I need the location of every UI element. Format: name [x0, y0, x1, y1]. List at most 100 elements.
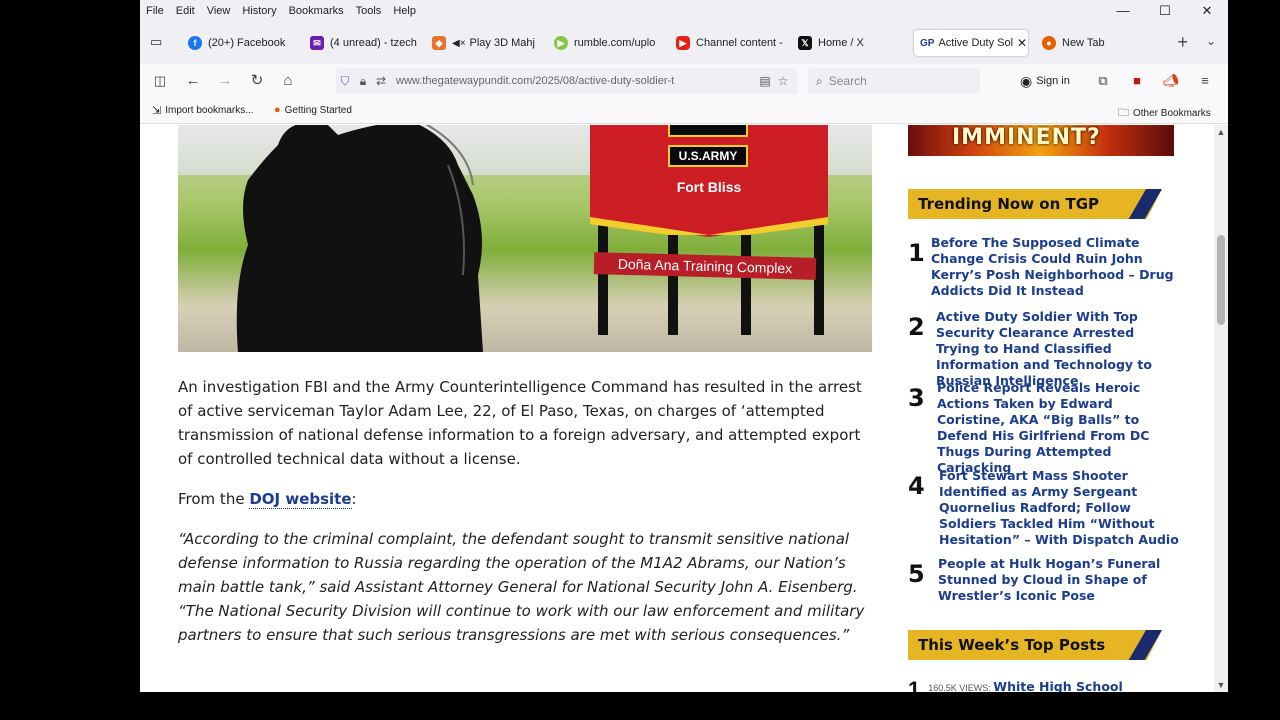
- getting-started-label: Getting Started: [284, 104, 352, 116]
- tab-active-gateway-pundit[interactable]: GP Active Duty Sol ✕: [914, 30, 1028, 56]
- article-paragraph: An investigation FBI and the Army Counte…: [178, 378, 862, 468]
- menu-file[interactable]: File: [140, 5, 170, 17]
- forward-button[interactable]: →: [215, 71, 235, 91]
- home-button[interactable]: ⌂: [278, 71, 298, 91]
- menu-history[interactable]: History: [236, 5, 282, 17]
- sign-badge-top: [668, 125, 748, 137]
- trending-number: 2: [908, 313, 925, 341]
- trending-link[interactable]: Fort Stewart Mass Shooter Identified as …: [939, 468, 1183, 548]
- trending-link[interactable]: Before The Supposed Climate Change Crisi…: [931, 235, 1175, 299]
- trending-title: Trending Now on TGP: [918, 195, 1100, 213]
- sign-post: [741, 225, 751, 335]
- tracking-protection-icon[interactable]: ⛉: [336, 74, 354, 89]
- import-icon: ⇲: [152, 105, 162, 117]
- tab-overflow-icon[interactable]: ⌄: [1206, 34, 1216, 48]
- folder-icon: 🗀︎: [1118, 107, 1129, 119]
- tab-rumble[interactable]: ▶ rumble.com/uplo: [554, 30, 660, 56]
- window-controls: — ☐ ✕: [1102, 0, 1228, 22]
- tab-new-tab[interactable]: ● New Tab: [1042, 30, 1142, 56]
- menu-hamburger-icon[interactable]: ≡: [1196, 72, 1214, 90]
- article-quote: “According to the criminal complaint, th…: [178, 530, 865, 644]
- header-stripe: [1128, 630, 1162, 660]
- page-scrollbar[interactable]: ▲ ▼: [1214, 125, 1228, 692]
- close-tab-icon[interactable]: ✕: [1017, 36, 1027, 50]
- menu-help[interactable]: Help: [387, 5, 422, 17]
- other-bookmarks-folder[interactable]: 🗀︎ Other Bookmarks: [1118, 104, 1211, 123]
- back-button[interactable]: ←: [183, 71, 203, 91]
- menu-bookmarks[interactable]: Bookmarks: [283, 5, 350, 17]
- extension-badge-icon[interactable]: ■: [1128, 72, 1146, 90]
- tab-youtube[interactable]: ▶ Channel content -: [676, 30, 784, 56]
- import-bookmarks-label: Import bookmarks...: [165, 105, 254, 116]
- sign-post: [668, 225, 678, 335]
- top-posts-header: This Week’s Top Posts: [908, 630, 1162, 660]
- top-posts-title: This Week’s Top Posts: [918, 636, 1106, 654]
- megaphone-icon[interactable]: 📣︎: [1162, 72, 1180, 90]
- web-page: U.S.ARMY Fort Bliss Doña Ana Training Co…: [140, 125, 1214, 692]
- url-bar[interactable]: ⛉ 🔒︎ ⇄ www.thegatewaypundit.com/2025/08/…: [336, 68, 798, 94]
- search-input[interactable]: ⌕ Search: [808, 68, 980, 94]
- top-post-item[interactable]: 1 160.5K VIEWS: White High School: [908, 677, 1123, 692]
- article-paragraph-source: From the DOJ website:: [178, 487, 872, 511]
- firefox-icon: ●: [1042, 36, 1056, 50]
- top-post-link[interactable]: White High School: [993, 679, 1123, 692]
- scroll-thumb[interactable]: [1217, 235, 1225, 325]
- account-icon: ◉: [1020, 72, 1033, 89]
- sidebar-toggle-icon[interactable]: ◫: [150, 71, 170, 91]
- tab-strip: ▭ f (20+) Facebook ✉ (4 unread) - tzech …: [140, 22, 1228, 64]
- trending-link[interactable]: Active Duty Soldier With Top Security Cl…: [936, 309, 1180, 389]
- tab-x[interactable]: 𝕏 Home / X: [798, 30, 904, 56]
- sign-post: [598, 225, 608, 335]
- mail-icon: ✉: [310, 36, 324, 50]
- sign-in-label: Sign in: [1036, 75, 1070, 87]
- getting-started-link[interactable]: ● Getting Started: [274, 104, 352, 116]
- navigation-toolbar: ◫ ← → ↻ ⌂ ⛉ 🔒︎ ⇄ www.thegatewaypundit.co…: [140, 64, 1228, 98]
- trending-link[interactable]: Police Report Reveals Heroic Actions Tak…: [937, 380, 1181, 476]
- import-bookmarks-link[interactable]: ⇲ Import bookmarks...: [152, 104, 254, 117]
- scroll-up-arrow[interactable]: ▲: [1214, 125, 1228, 139]
- menu-edit[interactable]: Edit: [170, 5, 201, 17]
- sign-post: [814, 225, 824, 335]
- promo-banner[interactable]: IMMINENT?: [908, 125, 1174, 156]
- close-window-button[interactable]: ✕: [1186, 0, 1228, 22]
- bookmarks-toolbar: ⇲ Import bookmarks... ● Getting Started …: [140, 98, 1228, 124]
- permissions-icon[interactable]: ⇄: [372, 74, 390, 88]
- tab-label: Active Duty Sol: [938, 37, 1014, 49]
- tab-list-icon[interactable]: ▭: [150, 34, 166, 50]
- fort-bliss-text: Fort Bliss: [676, 179, 742, 195]
- promo-text: IMMINENT?: [952, 125, 1101, 150]
- trending-number: 3: [908, 384, 925, 412]
- menu-tools[interactable]: Tools: [350, 5, 388, 17]
- trending-number: 1: [908, 239, 925, 267]
- tab-mail[interactable]: ✉ (4 unread) - tzech: [310, 30, 418, 56]
- bookmark-star-icon[interactable]: ☆: [774, 74, 792, 88]
- saluting-soldier-silhouette: [236, 125, 483, 352]
- tab-label: Home / X: [818, 37, 864, 49]
- sign-in-button[interactable]: ◉ Sign in: [1020, 70, 1070, 92]
- menu-view[interactable]: View: [201, 5, 237, 17]
- tab-mahjong[interactable]: ◆ ◀× Play 3D Mahj: [432, 30, 538, 56]
- new-tab-button[interactable]: +: [1177, 32, 1188, 53]
- trending-number: 4: [908, 472, 925, 500]
- tab-facebook[interactable]: f (20+) Facebook: [188, 30, 298, 56]
- lock-icon[interactable]: 🔒︎: [354, 74, 372, 89]
- extensions-icon[interactable]: ⧉: [1094, 72, 1112, 90]
- minimize-button[interactable]: —: [1102, 0, 1144, 22]
- trending-link[interactable]: People at Hulk Hogan’s Funeral Stunned b…: [938, 556, 1182, 604]
- doj-website-link[interactable]: DOJ website: [249, 490, 352, 509]
- top-post-views: 160.5K VIEWS:: [928, 683, 994, 692]
- maximize-button[interactable]: ☐: [1144, 0, 1186, 22]
- gp-icon: GP: [920, 37, 935, 49]
- article-hero-image: U.S.ARMY Fort Bliss Doña Ana Training Co…: [178, 125, 872, 352]
- firefox-icon: ●: [274, 104, 281, 116]
- muted-audio-icon[interactable]: ◀×: [452, 38, 466, 49]
- from-suffix: :: [351, 490, 357, 508]
- reload-button[interactable]: ↻: [247, 71, 267, 91]
- youtube-icon: ▶: [676, 36, 690, 50]
- scroll-down-arrow[interactable]: ▼: [1214, 678, 1228, 692]
- trending-number: 5: [908, 560, 925, 588]
- url-text[interactable]: www.thegatewaypundit.com/2025/08/active-…: [390, 75, 756, 87]
- reader-view-icon[interactable]: ▤: [756, 74, 774, 88]
- other-bookmarks-label: Other Bookmarks: [1133, 108, 1211, 119]
- from-prefix: From the: [178, 490, 250, 508]
